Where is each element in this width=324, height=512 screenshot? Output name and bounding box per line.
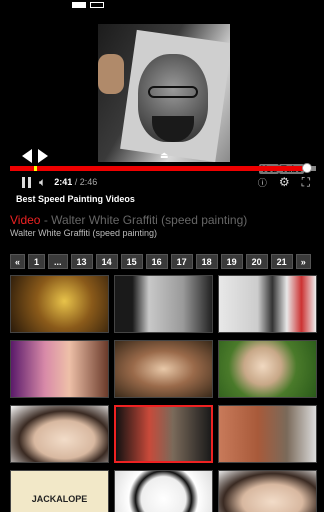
page-button[interactable]: 18 xyxy=(195,254,218,269)
page-next-button[interactable]: » xyxy=(295,254,311,269)
video-thumbnail[interactable] xyxy=(114,340,213,398)
pause-icon[interactable] xyxy=(22,176,31,188)
eject-icon: ⏏ xyxy=(160,150,169,160)
page-dot xyxy=(90,2,104,8)
video-heading: Video - Walter White Graffiti (speed pai… xyxy=(10,213,316,227)
current-time: 2:41 xyxy=(54,177,73,187)
video-label: Video xyxy=(10,213,41,227)
next-video-icon[interactable] xyxy=(38,149,48,163)
page-button[interactable]: 16 xyxy=(145,254,168,269)
page-button[interactable]: 14 xyxy=(95,254,118,269)
time-separator: / xyxy=(72,177,80,187)
page-button[interactable]: 19 xyxy=(220,254,243,269)
painter-hand xyxy=(98,54,124,94)
video-thumbnail-grid: JACKALOPE xyxy=(10,275,317,512)
video-heading-separator: - xyxy=(40,213,52,227)
video-subtitle: Walter White Graffiti (speed painting) xyxy=(10,228,158,238)
video-thumbnail-selected[interactable] xyxy=(114,405,213,463)
video-info: Video - Walter White Graffiti (speed pai… xyxy=(10,213,316,238)
progress-handle[interactable] xyxy=(301,163,312,173)
page-button[interactable]: 21 xyxy=(270,254,293,269)
video-frame[interactable] xyxy=(98,24,230,162)
video-thumbnail[interactable] xyxy=(114,275,213,333)
video-thumbnail[interactable] xyxy=(10,275,109,333)
volume-icon[interactable]: 🔈︎ xyxy=(39,175,46,190)
page-button[interactable]: 17 xyxy=(170,254,193,269)
page-dot-active xyxy=(72,2,86,8)
video-thumbnail[interactable] xyxy=(10,340,109,398)
progress-bar[interactable] xyxy=(10,163,316,173)
video-thumbnail[interactable] xyxy=(218,405,317,463)
page-button[interactable]: 1 xyxy=(28,254,46,269)
video-thumbnail[interactable] xyxy=(218,470,317,512)
page-button[interactable]: 15 xyxy=(120,254,143,269)
fullscreen-icon[interactable]: ⛶ xyxy=(302,175,310,190)
progress-marker xyxy=(34,166,37,171)
progress-played xyxy=(10,166,307,171)
pagination: « 1 ... 13 14 15 16 17 18 19 20 21 » xyxy=(10,254,311,269)
playlist-caption: Best Speed Painting Videos xyxy=(16,194,135,204)
painted-glasses xyxy=(148,86,198,98)
video-thumbnail[interactable]: JACKALOPE xyxy=(10,470,109,512)
page-button[interactable]: 20 xyxy=(245,254,268,269)
jackalope-thumbnail-text: JACKALOPE xyxy=(31,494,88,504)
gear-icon[interactable]: ⚙ xyxy=(279,175,290,189)
page-indicator xyxy=(72,2,104,8)
player-controls: 🔈︎ 2:41 / 2:46 ⓘ ⚙ ⛶ xyxy=(10,173,316,191)
info-icon[interactable]: ⓘ xyxy=(258,176,267,189)
video-thumbnail[interactable] xyxy=(218,340,317,398)
video-thumbnail[interactable] xyxy=(114,470,213,512)
video-thumbnail[interactable] xyxy=(10,405,109,463)
video-title[interactable]: Walter White Graffiti (speed painting) xyxy=(51,213,247,227)
page-prev-button[interactable]: « xyxy=(10,254,26,269)
page-button[interactable]: 13 xyxy=(70,254,93,269)
time-display: 2:41 / 2:46 xyxy=(54,177,97,187)
previous-video-icon[interactable] xyxy=(22,149,32,163)
video-thumbnail[interactable] xyxy=(218,275,317,333)
duration: 2:46 xyxy=(79,177,98,187)
page-ellipsis[interactable]: ... xyxy=(48,254,68,269)
playlist-nav xyxy=(22,149,48,163)
